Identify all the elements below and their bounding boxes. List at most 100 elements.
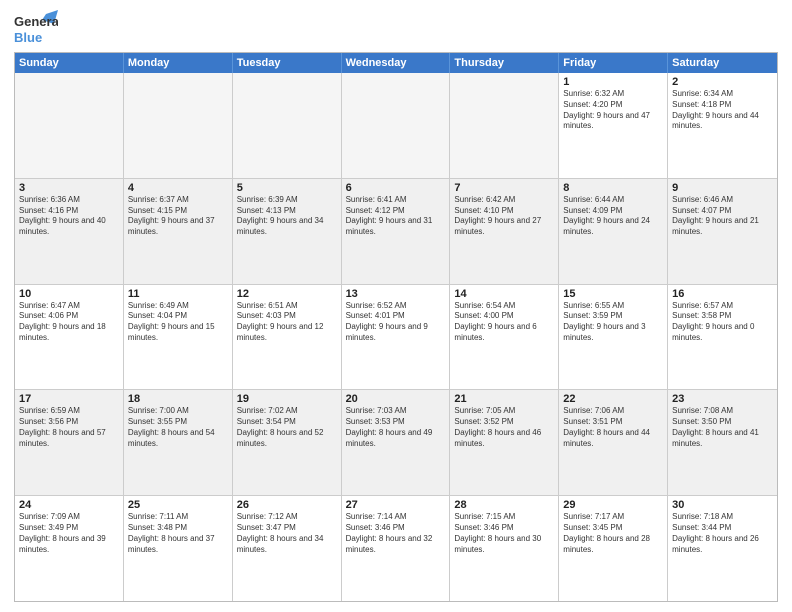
day-info: Sunrise: 7:11 AM Sunset: 3:48 PM Dayligh…	[128, 512, 228, 555]
day-number: 8	[563, 182, 663, 194]
day-info: Sunrise: 6:54 AM Sunset: 4:00 PM Dayligh…	[454, 301, 554, 344]
header-day-saturday: Saturday	[668, 53, 777, 73]
header-day-thursday: Thursday	[450, 53, 559, 73]
day-cell-5: 5Sunrise: 6:39 AM Sunset: 4:13 PM Daylig…	[233, 179, 342, 284]
empty-cell	[124, 73, 233, 178]
day-cell-20: 20Sunrise: 7:03 AM Sunset: 3:53 PM Dayli…	[342, 390, 451, 495]
day-info: Sunrise: 6:59 AM Sunset: 3:56 PM Dayligh…	[19, 406, 119, 449]
day-info: Sunrise: 7:02 AM Sunset: 3:54 PM Dayligh…	[237, 406, 337, 449]
day-info: Sunrise: 6:34 AM Sunset: 4:18 PM Dayligh…	[672, 89, 773, 132]
day-number: 12	[237, 288, 337, 300]
calendar-week-2: 3Sunrise: 6:36 AM Sunset: 4:16 PM Daylig…	[15, 179, 777, 285]
page: GeneralBlue SundayMondayTuesdayWednesday…	[0, 0, 792, 612]
day-info: Sunrise: 6:51 AM Sunset: 4:03 PM Dayligh…	[237, 301, 337, 344]
day-cell-15: 15Sunrise: 6:55 AM Sunset: 3:59 PM Dayli…	[559, 285, 668, 390]
day-info: Sunrise: 6:39 AM Sunset: 4:13 PM Dayligh…	[237, 195, 337, 238]
day-number: 5	[237, 182, 337, 194]
day-info: Sunrise: 6:37 AM Sunset: 4:15 PM Dayligh…	[128, 195, 228, 238]
calendar-week-3: 10Sunrise: 6:47 AM Sunset: 4:06 PM Dayli…	[15, 285, 777, 391]
day-cell-11: 11Sunrise: 6:49 AM Sunset: 4:04 PM Dayli…	[124, 285, 233, 390]
day-info: Sunrise: 7:00 AM Sunset: 3:55 PM Dayligh…	[128, 406, 228, 449]
day-info: Sunrise: 6:36 AM Sunset: 4:16 PM Dayligh…	[19, 195, 119, 238]
day-cell-26: 26Sunrise: 7:12 AM Sunset: 3:47 PM Dayli…	[233, 496, 342, 601]
day-cell-17: 17Sunrise: 6:59 AM Sunset: 3:56 PM Dayli…	[15, 390, 124, 495]
day-number: 7	[454, 182, 554, 194]
day-number: 3	[19, 182, 119, 194]
logo: GeneralBlue	[14, 10, 58, 46]
day-info: Sunrise: 7:18 AM Sunset: 3:44 PM Dayligh…	[672, 512, 773, 555]
svg-text:General: General	[14, 14, 58, 29]
day-number: 18	[128, 393, 228, 405]
day-number: 9	[672, 182, 773, 194]
logo-svg: GeneralBlue	[14, 10, 58, 46]
day-cell-10: 10Sunrise: 6:47 AM Sunset: 4:06 PM Dayli…	[15, 285, 124, 390]
day-cell-25: 25Sunrise: 7:11 AM Sunset: 3:48 PM Dayli…	[124, 496, 233, 601]
day-cell-22: 22Sunrise: 7:06 AM Sunset: 3:51 PM Dayli…	[559, 390, 668, 495]
day-number: 29	[563, 499, 663, 511]
day-cell-8: 8Sunrise: 6:44 AM Sunset: 4:09 PM Daylig…	[559, 179, 668, 284]
day-cell-21: 21Sunrise: 7:05 AM Sunset: 3:52 PM Dayli…	[450, 390, 559, 495]
day-info: Sunrise: 6:47 AM Sunset: 4:06 PM Dayligh…	[19, 301, 119, 344]
day-info: Sunrise: 6:46 AM Sunset: 4:07 PM Dayligh…	[672, 195, 773, 238]
day-info: Sunrise: 6:44 AM Sunset: 4:09 PM Dayligh…	[563, 195, 663, 238]
header-day-sunday: Sunday	[15, 53, 124, 73]
header-day-tuesday: Tuesday	[233, 53, 342, 73]
day-number: 14	[454, 288, 554, 300]
day-info: Sunrise: 7:08 AM Sunset: 3:50 PM Dayligh…	[672, 406, 773, 449]
day-cell-14: 14Sunrise: 6:54 AM Sunset: 4:00 PM Dayli…	[450, 285, 559, 390]
day-number: 13	[346, 288, 446, 300]
day-number: 27	[346, 499, 446, 511]
calendar-week-4: 17Sunrise: 6:59 AM Sunset: 3:56 PM Dayli…	[15, 390, 777, 496]
day-number: 20	[346, 393, 446, 405]
day-info: Sunrise: 6:41 AM Sunset: 4:12 PM Dayligh…	[346, 195, 446, 238]
day-number: 15	[563, 288, 663, 300]
day-number: 4	[128, 182, 228, 194]
day-cell-2: 2Sunrise: 6:34 AM Sunset: 4:18 PM Daylig…	[668, 73, 777, 178]
day-cell-3: 3Sunrise: 6:36 AM Sunset: 4:16 PM Daylig…	[15, 179, 124, 284]
day-number: 11	[128, 288, 228, 300]
day-info: Sunrise: 6:57 AM Sunset: 3:58 PM Dayligh…	[672, 301, 773, 344]
day-info: Sunrise: 7:05 AM Sunset: 3:52 PM Dayligh…	[454, 406, 554, 449]
empty-cell	[15, 73, 124, 178]
header-day-friday: Friday	[559, 53, 668, 73]
day-number: 6	[346, 182, 446, 194]
day-info: Sunrise: 7:09 AM Sunset: 3:49 PM Dayligh…	[19, 512, 119, 555]
day-cell-6: 6Sunrise: 6:41 AM Sunset: 4:12 PM Daylig…	[342, 179, 451, 284]
day-info: Sunrise: 6:42 AM Sunset: 4:10 PM Dayligh…	[454, 195, 554, 238]
day-cell-16: 16Sunrise: 6:57 AM Sunset: 3:58 PM Dayli…	[668, 285, 777, 390]
day-number: 25	[128, 499, 228, 511]
day-cell-7: 7Sunrise: 6:42 AM Sunset: 4:10 PM Daylig…	[450, 179, 559, 284]
day-number: 24	[19, 499, 119, 511]
day-number: 2	[672, 76, 773, 88]
day-number: 16	[672, 288, 773, 300]
day-cell-27: 27Sunrise: 7:14 AM Sunset: 3:46 PM Dayli…	[342, 496, 451, 601]
day-number: 10	[19, 288, 119, 300]
day-info: Sunrise: 7:12 AM Sunset: 3:47 PM Dayligh…	[237, 512, 337, 555]
day-cell-12: 12Sunrise: 6:51 AM Sunset: 4:03 PM Dayli…	[233, 285, 342, 390]
empty-cell	[342, 73, 451, 178]
empty-cell	[450, 73, 559, 178]
day-cell-24: 24Sunrise: 7:09 AM Sunset: 3:49 PM Dayli…	[15, 496, 124, 601]
calendar-body: 1Sunrise: 6:32 AM Sunset: 4:20 PM Daylig…	[15, 73, 777, 601]
day-cell-28: 28Sunrise: 7:15 AM Sunset: 3:46 PM Dayli…	[450, 496, 559, 601]
day-info: Sunrise: 7:14 AM Sunset: 3:46 PM Dayligh…	[346, 512, 446, 555]
header: GeneralBlue	[14, 10, 778, 46]
calendar-header: SundayMondayTuesdayWednesdayThursdayFrid…	[15, 53, 777, 73]
day-number: 21	[454, 393, 554, 405]
day-cell-9: 9Sunrise: 6:46 AM Sunset: 4:07 PM Daylig…	[668, 179, 777, 284]
day-number: 23	[672, 393, 773, 405]
calendar-week-5: 24Sunrise: 7:09 AM Sunset: 3:49 PM Dayli…	[15, 496, 777, 601]
day-cell-30: 30Sunrise: 7:18 AM Sunset: 3:44 PM Dayli…	[668, 496, 777, 601]
day-info: Sunrise: 7:15 AM Sunset: 3:46 PM Dayligh…	[454, 512, 554, 555]
day-info: Sunrise: 7:06 AM Sunset: 3:51 PM Dayligh…	[563, 406, 663, 449]
calendar-outer: SundayMondayTuesdayWednesdayThursdayFrid…	[14, 52, 778, 602]
day-cell-23: 23Sunrise: 7:08 AM Sunset: 3:50 PM Dayli…	[668, 390, 777, 495]
day-info: Sunrise: 6:55 AM Sunset: 3:59 PM Dayligh…	[563, 301, 663, 344]
empty-cell	[233, 73, 342, 178]
day-number: 28	[454, 499, 554, 511]
header-day-wednesday: Wednesday	[342, 53, 451, 73]
day-info: Sunrise: 7:17 AM Sunset: 3:45 PM Dayligh…	[563, 512, 663, 555]
day-cell-4: 4Sunrise: 6:37 AM Sunset: 4:15 PM Daylig…	[124, 179, 233, 284]
day-number: 1	[563, 76, 663, 88]
day-info: Sunrise: 7:03 AM Sunset: 3:53 PM Dayligh…	[346, 406, 446, 449]
